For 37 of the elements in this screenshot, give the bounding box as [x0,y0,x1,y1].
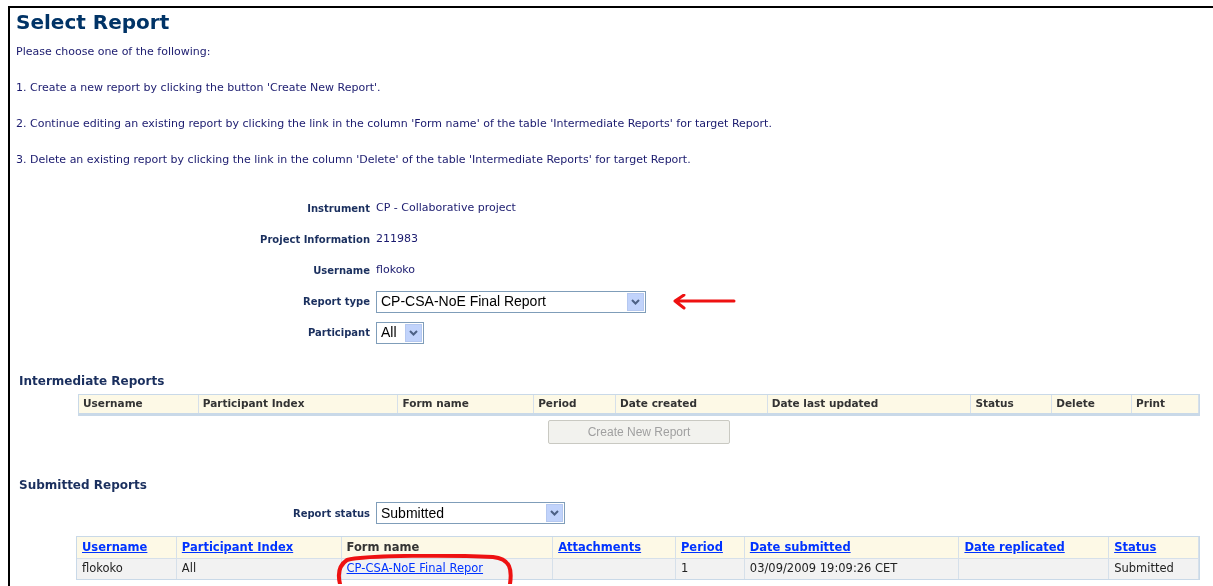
column-header: Date last updated [767,395,972,413]
column-header: Form name [398,395,535,413]
caret-icon [409,329,418,336]
column-header: Period [534,395,617,413]
instruction-text: 3. Delete an existing report by clicking the link in the column 'Delete' of the table 'Intermediate Reports' for target Report. [16,153,691,167]
field-label: Username [313,264,370,278]
field-label: Project Information [260,233,370,247]
column-header: Status [971,395,1053,413]
field-label: Instrument [307,202,370,216]
column-header: Date created [616,395,768,413]
column-header: Delete [1052,395,1133,413]
table-cell: All [176,559,342,579]
column-header: Print [1132,395,1199,413]
field-label: Report type [303,295,370,309]
report-link[interactable]: CP-CSA-NoE Final Repor [341,559,554,579]
caret-icon [631,298,640,305]
column-header: Username [79,395,199,413]
field-label: Participant [307,326,370,340]
dropdown[interactable]: CP-CSA-NoE Final Report [376,290,646,313]
instruction-text: 1. Create a new report by clicking the button 'Create New Report'. [16,81,381,95]
instruction-text: Please choose one of the following: [16,45,211,59]
page-title: Select Report [16,9,170,36]
section-title: Intermediate Reports [19,373,165,390]
field-value: flokoko [376,262,416,279]
column-header: Participant Index [198,395,399,413]
instruction-text: 2. Continue editing an existing report by clicking the link in the column 'Form name' of the table 'Intermediate Reports' for target Report. [16,117,772,131]
table-cell: 03/09/2009 19:09:26 CET [744,559,960,579]
dropdown[interactable]: All [376,321,424,344]
field-value: CP - Collaborative project [376,200,516,217]
table-cell: 1 [675,559,745,579]
table-cell: Submitted [1109,559,1199,579]
caret-icon [550,510,559,516]
section-title: Submitted Reports [19,477,147,494]
field-label: Report status [292,506,370,521]
dropdown[interactable]: Submitted [376,502,565,524]
field-value: 211983 [376,231,418,248]
table-cell: flokoko [77,559,177,579]
